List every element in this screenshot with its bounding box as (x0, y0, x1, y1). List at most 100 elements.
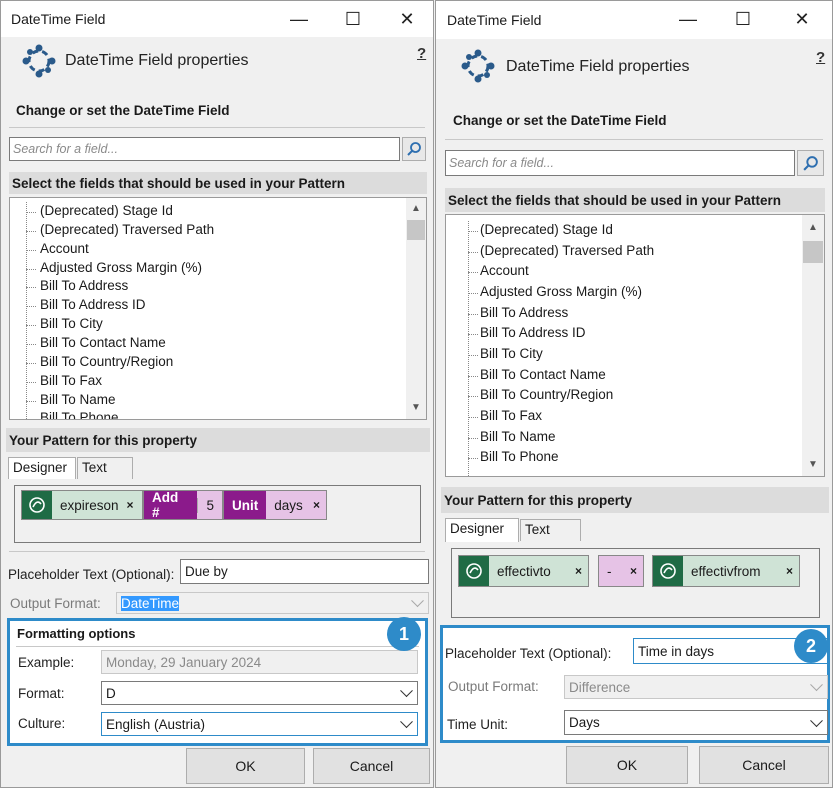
tree-connector (26, 325, 36, 326)
list-item[interactable]: Bill To Phone (40, 410, 119, 419)
format-select[interactable]: D (101, 681, 418, 705)
tree-connector (468, 355, 478, 356)
close-button[interactable]: ✕ (787, 5, 817, 33)
chevron-down-icon[interactable] (400, 684, 413, 698)
chevron-down-icon[interactable] (400, 715, 413, 729)
list-item[interactable]: Bill To Address ID (40, 297, 146, 312)
fields-tree[interactable]: (Deprecated) Stage Id (Deprecated) Trave… (9, 197, 427, 420)
tree-connector (26, 212, 36, 213)
chip-label: - (607, 563, 612, 579)
list-item[interactable]: Bill To Fax (40, 373, 102, 388)
ok-button[interactable]: OK (186, 748, 305, 784)
list-item[interactable]: (Deprecated) Traversed Path (40, 222, 214, 237)
tree-connector (468, 334, 478, 335)
list-item[interactable]: Bill To Phone (480, 449, 559, 464)
chevron-down-icon (411, 594, 424, 608)
list-item[interactable]: Bill To City (480, 346, 543, 361)
list-item[interactable]: Bill To Country/Region (480, 387, 613, 402)
remove-icon[interactable]: × (313, 498, 326, 512)
list-item[interactable]: Account (480, 263, 529, 278)
list-item[interactable]: Bill To Address ID (480, 325, 586, 340)
remove-icon[interactable]: × (575, 564, 588, 578)
remove-icon[interactable]: × (127, 498, 140, 512)
scrollbar[interactable]: ▲ ▼ (802, 215, 824, 476)
pattern-header: Your Pattern for this property (441, 487, 829, 513)
minimize-button[interactable]: — (284, 5, 314, 33)
fields-header: Select the fields that should be used in… (445, 188, 825, 212)
scroll-up-icon[interactable]: ▲ (406, 200, 426, 218)
format-value: D (106, 685, 116, 701)
list-item[interactable]: Account (40, 241, 89, 256)
list-item[interactable]: Bill To Address (40, 278, 128, 293)
ok-button[interactable]: OK (566, 746, 688, 784)
tree-connector (26, 250, 36, 251)
tree-connector (26, 306, 36, 307)
maximize-button[interactable]: ☐ (338, 5, 368, 33)
chip-value: 5 (197, 497, 222, 513)
list-item[interactable]: Bill To Country/Region (40, 354, 173, 369)
list-item[interactable]: Bill To Address (480, 305, 568, 320)
remove-icon[interactable]: × (786, 564, 799, 578)
time-unit-label: Time Unit: (447, 717, 509, 732)
pattern-chip[interactable]: expireson × (21, 490, 143, 520)
list-item[interactable]: (Deprecated) Stage Id (40, 203, 173, 218)
scrollbar[interactable]: ▲ ▼ (406, 198, 426, 419)
fields-header: Select the fields that should be used in… (9, 172, 427, 194)
time-unit-select[interactable]: Days (564, 710, 828, 735)
pattern-chip[interactable]: effectivfrom × (652, 555, 800, 587)
search-button[interactable] (797, 150, 824, 176)
scroll-down-icon[interactable]: ▼ (802, 456, 824, 474)
remove-icon[interactable]: × (630, 564, 643, 578)
scrollbar-thumb[interactable] (407, 220, 425, 240)
tab-text[interactable]: Text (520, 519, 581, 541)
list-item[interactable]: (Deprecated) Stage Id (480, 222, 613, 237)
pattern-chip[interactable]: Unit days × (223, 490, 327, 520)
pattern-chip[interactable]: Add # 5 (143, 490, 223, 520)
step-badge: 2 (794, 629, 828, 663)
search-input[interactable]: Search for a field... (445, 150, 795, 176)
format-label: Format: (18, 686, 65, 701)
list-item[interactable]: Bill To City (40, 316, 103, 331)
list-item[interactable]: (Deprecated) Traversed Path (480, 243, 654, 258)
search-input[interactable]: Search for a field... (9, 137, 400, 161)
field-icon (459, 556, 489, 586)
help-icon[interactable]: ? (417, 45, 426, 62)
tree-connector (26, 382, 36, 383)
close-button[interactable]: ✕ (392, 5, 422, 33)
scroll-down-icon[interactable]: ▼ (406, 399, 426, 417)
list-item[interactable]: Bill To Name (480, 429, 556, 444)
search-icon (803, 155, 818, 171)
chip-label: Add # (144, 490, 198, 520)
tab-designer[interactable]: Designer (445, 518, 519, 542)
list-item[interactable]: Bill To Contact Name (480, 367, 606, 382)
minimize-button[interactable]: — (673, 5, 703, 33)
list-item[interactable]: Bill To Contact Name (40, 335, 166, 350)
chevron-down-icon[interactable] (810, 713, 823, 727)
list-item[interactable]: Adjusted Gross Margin (%) (40, 260, 202, 275)
list-item[interactable]: Bill To Fax (480, 408, 542, 423)
culture-select[interactable]: English (Austria) (101, 712, 418, 736)
example-label: Example: (18, 655, 75, 670)
scroll-up-icon[interactable]: ▲ (802, 219, 824, 237)
pattern-chip[interactable]: effectivto × (458, 555, 589, 587)
search-button[interactable] (402, 137, 426, 161)
culture-value: English (Austria) (106, 716, 206, 732)
placeholder-input[interactable]: Due by (180, 559, 429, 584)
list-item[interactable]: Bill To Name (40, 392, 116, 407)
list-item[interactable]: Adjusted Gross Margin (%) (480, 284, 642, 299)
help-icon[interactable]: ? (816, 49, 825, 66)
tree-connector (468, 396, 478, 397)
cancel-button[interactable]: Cancel (699, 746, 829, 784)
dialog-subtitle: Change or set the DateTime Field (453, 113, 667, 128)
field-icon (22, 491, 52, 519)
maximize-button[interactable]: ☐ (728, 5, 758, 33)
scrollbar-thumb[interactable] (803, 241, 823, 263)
window-title: DateTime Field (11, 11, 106, 27)
cancel-button[interactable]: Cancel (313, 748, 430, 784)
fields-tree[interactable]: (Deprecated) Stage Id (Deprecated) Trave… (445, 214, 825, 477)
chip-value: days (274, 497, 303, 513)
tab-designer[interactable]: Designer (8, 457, 76, 479)
tab-text[interactable]: Text (77, 457, 133, 479)
pattern-chip[interactable]: - × (598, 555, 644, 587)
divider (9, 551, 425, 552)
